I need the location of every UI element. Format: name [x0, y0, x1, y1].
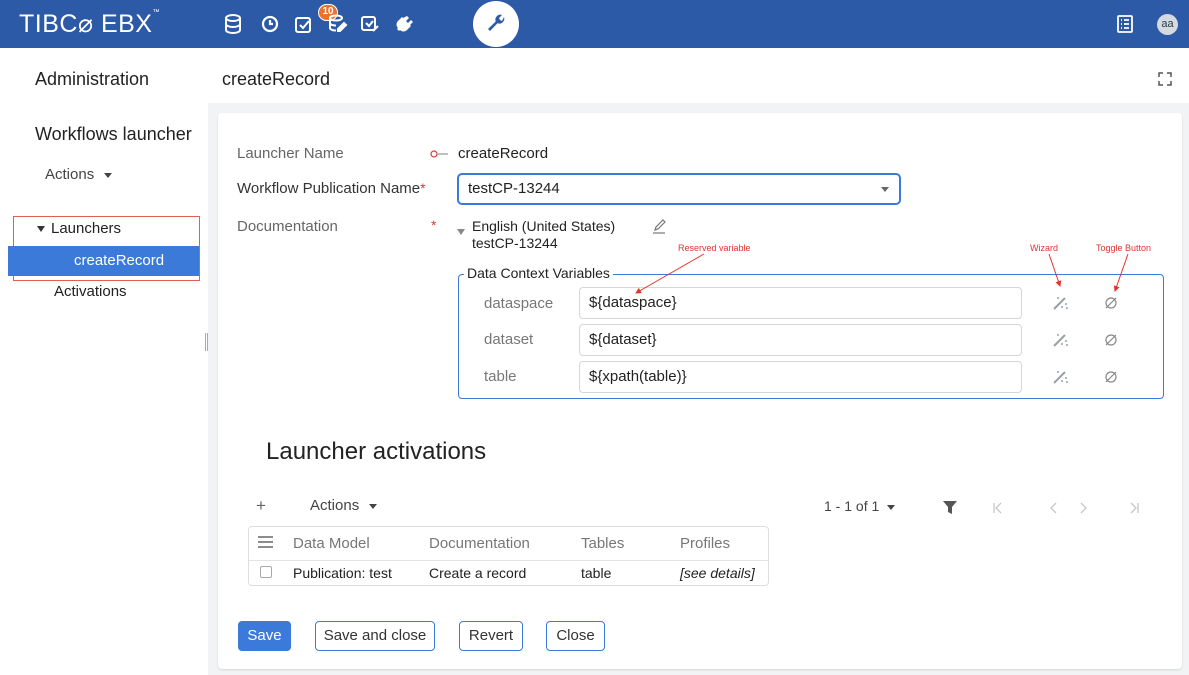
wrench-icon [488, 14, 505, 31]
doc-value: testCP-13244 [472, 235, 558, 251]
save-and-close-button[interactable]: Save and close [315, 621, 435, 651]
actions-label: Actions [45, 166, 95, 183]
save-button[interactable]: Save [238, 621, 291, 651]
annotation-toggle-button: Toggle Button [1096, 243, 1152, 253]
admin-tab[interactable] [473, 1, 519, 47]
filter-icon[interactable] [943, 501, 957, 514]
last-page-icon[interactable] [1128, 501, 1140, 514]
key-icon [430, 146, 450, 158]
dcv-legend: Data Context Variables [464, 265, 613, 281]
wizard-icon[interactable] [1052, 295, 1070, 311]
documentation-label: Documentation [237, 218, 338, 235]
tree-node-launchers-label: Launchers [51, 220, 122, 237]
caret-down-icon [369, 503, 378, 509]
dcv-input-dataset[interactable]: ${dataset} [579, 324, 1022, 356]
page-title: createRecord [222, 69, 331, 89]
toggle-null-icon[interactable] [1104, 296, 1118, 310]
required-mark: * [431, 217, 437, 233]
table-cell-documentation[interactable]: Create a record [429, 565, 526, 581]
annotation-reserved-variable: Reserved variable [678, 243, 751, 253]
tree-node-createrecord[interactable]: createRecord [8, 246, 199, 276]
dcv-name-dataspace: dataspace [484, 295, 554, 312]
prev-page-icon[interactable] [1048, 501, 1060, 514]
revert-button[interactable]: Revert [459, 621, 523, 651]
caret-down-icon [104, 172, 113, 178]
plug-icon[interactable] [393, 12, 417, 36]
column-menu-icon[interactable] [258, 535, 273, 548]
launcher-name-value: createRecord [458, 145, 549, 162]
history-icon[interactable] [258, 12, 282, 36]
table-cell-data-model[interactable]: Publication: test [293, 565, 392, 581]
wizard-icon[interactable] [1052, 332, 1070, 348]
database-icon[interactable] [221, 12, 245, 36]
publication-select[interactable]: testCP-13244 [457, 173, 901, 205]
dcv-name-dataset: dataset [484, 331, 534, 348]
dcv-input-dataspace[interactable]: ${dataspace} [579, 287, 1022, 319]
activations-actions-menu[interactable]: Actions [310, 497, 378, 514]
activations-title: Launcher activations [266, 438, 487, 465]
add-button[interactable]: + [256, 496, 266, 516]
caret-down-icon [887, 504, 896, 510]
toggle-null-icon[interactable] [1104, 370, 1118, 384]
publication-select-value: testCP-13244 [468, 180, 560, 197]
column-header-data-model[interactable]: Data Model [293, 535, 370, 552]
left-pane-title: Administration [35, 69, 150, 89]
dcv-input-table[interactable]: ${xpath(table)} [579, 361, 1022, 393]
chevron-down-icon [881, 187, 889, 192]
expand-triangle-icon[interactable] [37, 226, 45, 233]
column-header-profiles[interactable]: Profiles [680, 535, 730, 552]
next-page-icon[interactable] [1077, 501, 1089, 514]
column-header-tables[interactable]: Tables [581, 535, 624, 552]
table-divider [249, 560, 768, 561]
avatar[interactable]: aa [1157, 14, 1178, 35]
tibco-ebx-logo[interactable]: TIBC⌀ EBX™ [19, 9, 160, 39]
workflow-icon[interactable] [358, 12, 382, 36]
wizard-icon[interactable] [1052, 369, 1070, 385]
pencil-icon[interactable] [652, 218, 666, 234]
dataspace-icon[interactable] [325, 12, 349, 36]
publication-label: Workflow Publication Name* [237, 180, 426, 197]
tree-node-launchers[interactable]: Launchers [37, 220, 121, 237]
tasks-icon[interactable] [292, 12, 316, 36]
first-page-icon[interactable] [992, 501, 1004, 514]
left-pane-subtitle: Workflows launcher [35, 124, 192, 144]
tree-node-activations[interactable]: Activations [54, 283, 127, 300]
tree-node-createrecord-label: createRecord [74, 252, 165, 269]
top-bar: TIBC⌀ EBX™ 10 aa [0, 0, 1189, 48]
column-header-documentation[interactable]: Documentation [429, 535, 530, 552]
doc-language: English (United States) [472, 218, 616, 234]
close-button[interactable]: Close [546, 621, 605, 651]
toggle-null-icon[interactable] [1104, 333, 1118, 347]
pagination-info[interactable]: 1 - 1 of 1 [824, 498, 896, 514]
dcv-name-table: table [484, 368, 517, 385]
table-cell-tables[interactable]: table [581, 565, 611, 581]
annotation-wizard: Wizard [1030, 243, 1059, 253]
launcher-name-label: Launcher Name [237, 145, 344, 162]
menu-list-icon[interactable] [1113, 12, 1137, 36]
left-actions-menu[interactable]: Actions [45, 166, 113, 183]
see-details-link[interactable]: [see details] [680, 565, 755, 581]
fullscreen-icon[interactable] [1158, 72, 1172, 86]
collapse-triangle-icon[interactable] [457, 222, 465, 240]
row-checkbox[interactable] [260, 566, 272, 578]
